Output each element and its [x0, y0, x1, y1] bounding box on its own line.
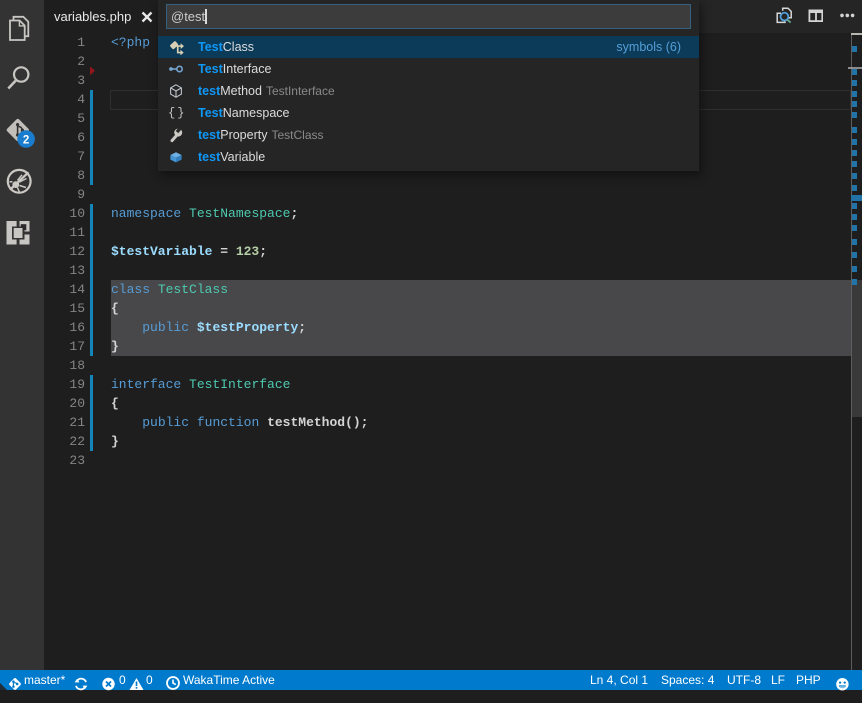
svg-text:2: 2	[23, 135, 29, 147]
